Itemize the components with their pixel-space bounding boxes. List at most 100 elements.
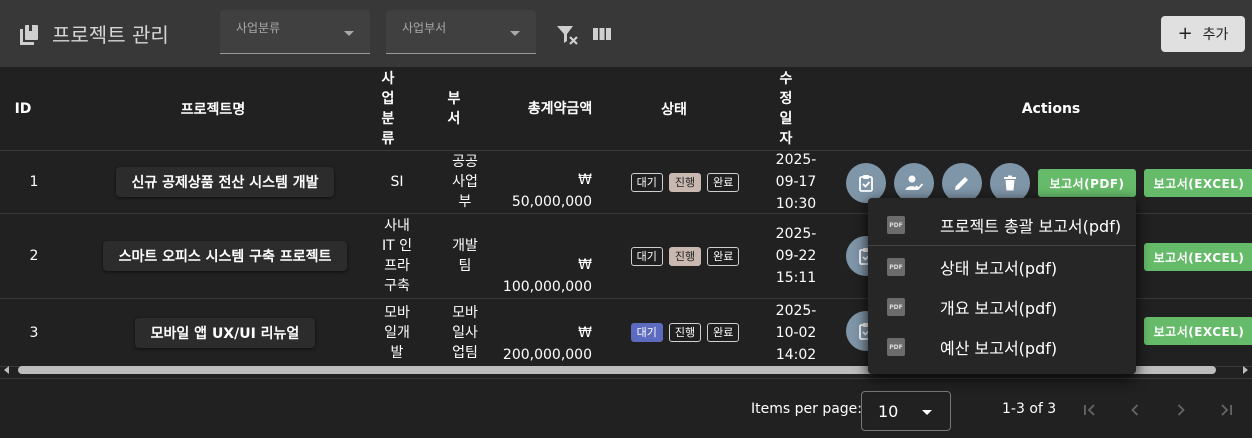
category-filter-select[interactable]: 사업분류 — [220, 10, 370, 54]
header-department[interactable]: 부서 — [442, 67, 466, 150]
items-per-page-label: Items per page: — [751, 401, 863, 417]
edit-button[interactable] — [942, 163, 982, 203]
header-amount[interactable]: 총계약금액 — [520, 67, 600, 150]
menu-item-label: 프로젝트 총괄 보고서(pdf) — [940, 217, 1122, 236]
status-chip-progress[interactable]: 진행 — [668, 172, 702, 192]
status-chips: 대기 진행 완료 — [618, 299, 752, 366]
view-column-icon — [593, 28, 611, 40]
menu-item-overview-report[interactable]: PDF 개요 보고서(pdf) — [868, 287, 1136, 327]
currency-symbol: ₩ — [578, 325, 592, 341]
department-filter-label: 사업부서 — [402, 21, 447, 35]
last-page-icon — [1221, 404, 1232, 416]
header-status[interactable]: 상태 — [624, 67, 724, 150]
currency-symbol: ₩ — [578, 257, 592, 273]
department-cell: 개발팀 — [452, 238, 478, 274]
department-cell: 공공사업부 — [452, 154, 478, 210]
modified-date: 2025-10-02 — [775, 302, 817, 341]
modified-time: 10:30 — [775, 196, 817, 212]
pagination-footer: Items per page: 10 1-3 of 3 — [0, 378, 1252, 438]
menu-item-label: 상태 보고서(pdf) — [940, 259, 1058, 278]
modified-date-cell: 2025-09-17 10:30 — [770, 151, 822, 213]
pdf-file-icon: PDF — [887, 338, 905, 356]
previous-page-button[interactable] — [1124, 399, 1146, 421]
menu-item-budget-report[interactable]: PDF 예산 보고서(pdf) — [868, 327, 1136, 367]
report-excel-button[interactable]: 보고서(EXCEL) — [1144, 243, 1252, 271]
department-filter-select[interactable]: 사업부서 — [386, 10, 536, 54]
library-books-icon — [20, 25, 38, 45]
category-cell: SI — [390, 174, 404, 190]
status-chip-wait[interactable]: 대기 — [630, 246, 663, 266]
department-cell: 모바일사업팀 — [452, 304, 478, 361]
status-chips: 대기 진행 완료 — [618, 214, 752, 298]
table-header: ID 프로젝트명 사업분류 부서 총계약금액 상태 수정일자 Actions — [0, 67, 1252, 151]
amount-cell: ₩ 100,000,000 — [500, 214, 592, 298]
chevron-left-icon — [1131, 404, 1139, 416]
page-range: 1-3 of 3 — [1002, 401, 1057, 417]
trash-icon — [1004, 175, 1016, 191]
plus-icon: + — [1177, 23, 1193, 44]
scroll-right-icon[interactable] — [1243, 366, 1248, 374]
modified-date-cell: 2025-09-22 15:11 — [770, 214, 822, 298]
amount-value: 50,000,000 — [511, 194, 592, 210]
header-project-name[interactable]: 프로젝트명 — [80, 67, 346, 150]
status-chip-done[interactable]: 완료 — [707, 246, 740, 266]
status-chip-wait[interactable]: 대기 — [630, 323, 663, 342]
modified-date: 2025-09-17 — [775, 152, 817, 190]
amount-value: 100,000,000 — [502, 279, 592, 295]
category-filter-label: 사업분류 — [236, 21, 281, 35]
report-excel-button[interactable]: 보고서(EXCEL) — [1144, 169, 1252, 197]
menu-item-label: 예산 보고서(pdf) — [940, 339, 1058, 358]
last-page-button[interactable] — [1215, 399, 1237, 421]
project-name-button[interactable]: 스마트 오피스 시스템 구축 프로젝트 — [102, 241, 348, 271]
items-per-page-select[interactable]: 10 — [861, 391, 951, 431]
add-button-label: 추가 — [1202, 27, 1229, 43]
pencil-icon — [955, 177, 968, 190]
app: 프로젝트 관리 사업분류 사업부서 + 추가 ID 프로젝트명 사업분류 부서 … — [0, 0, 1252, 438]
row-id: 2 — [29, 248, 39, 264]
clear-filter-button[interactable] — [556, 24, 580, 46]
status-chip-done[interactable]: 완료 — [707, 172, 740, 192]
delete-button[interactable] — [990, 163, 1030, 203]
status-chip-done[interactable]: 완료 — [707, 323, 740, 342]
currency-symbol: ₩ — [578, 172, 592, 188]
clipboard-check-icon — [859, 175, 873, 192]
add-button[interactable]: + 추가 — [1161, 16, 1245, 52]
next-page-button[interactable] — [1170, 399, 1192, 421]
view-detail-button[interactable] — [846, 163, 886, 203]
column-settings-button[interactable] — [592, 25, 612, 43]
header-actions: Actions — [1021, 100, 1081, 117]
filter-remove-icon — [557, 26, 578, 45]
header-category[interactable]: 사업분류 — [376, 67, 400, 150]
page-title: 프로젝트 관리 — [52, 23, 169, 47]
toolbar: 프로젝트 관리 사업분류 사업부서 + 추가 — [0, 0, 1252, 67]
menu-item-summary-report[interactable]: PDF 프로젝트 총괄 보고서(pdf) — [868, 205, 1136, 245]
status-chip-wait[interactable]: 대기 — [630, 172, 663, 192]
row-id: 1 — [29, 174, 39, 190]
category-cell: 모바일개발 — [384, 304, 410, 361]
status-chips: 대기 진행 완료 — [618, 151, 752, 213]
menu-item-status-report[interactable]: PDF 상태 보고서(pdf) — [868, 247, 1136, 287]
chevron-down-icon — [510, 31, 520, 36]
scroll-left-icon[interactable] — [4, 366, 9, 374]
pdf-report-menu: PDF 프로젝트 총괄 보고서(pdf) PDF 상태 보고서(pdf) PDF… — [868, 198, 1136, 374]
category-cell: 사내 IT 인프라 구축 — [381, 218, 412, 294]
status-chip-progress[interactable]: 진행 — [668, 323, 702, 342]
header-modified-date[interactable]: 수정일자 — [774, 67, 798, 150]
header-id[interactable]: ID — [10, 67, 36, 150]
project-name-button[interactable]: 신규 공제상품 전산 시스템 개발 — [115, 167, 335, 197]
chevron-right-icon — [1177, 404, 1185, 416]
status-chip-progress[interactable]: 진행 — [668, 246, 702, 266]
report-pdf-button[interactable]: 보고서(PDF) — [1038, 169, 1136, 197]
menu-item-label: 개요 보고서(pdf) — [940, 299, 1058, 318]
modified-date-cell: 2025-10-02 14:02 — [770, 299, 822, 366]
pdf-file-icon: PDF — [887, 258, 905, 276]
project-name-cell: 스마트 오피스 시스템 구축 프로젝트 — [70, 214, 380, 298]
pdf-file-icon: PDF — [887, 216, 905, 234]
assign-user-button[interactable] — [894, 163, 934, 203]
items-per-page-value: 10 — [878, 402, 899, 421]
first-page-button[interactable] — [1079, 399, 1101, 421]
chevron-down-icon — [922, 410, 932, 415]
row-id: 3 — [29, 324, 39, 341]
project-name-button[interactable]: 모바일 앱 UX/UI 리뉴얼 — [134, 317, 316, 348]
report-excel-button[interactable]: 보고서(EXCEL) — [1144, 317, 1252, 345]
